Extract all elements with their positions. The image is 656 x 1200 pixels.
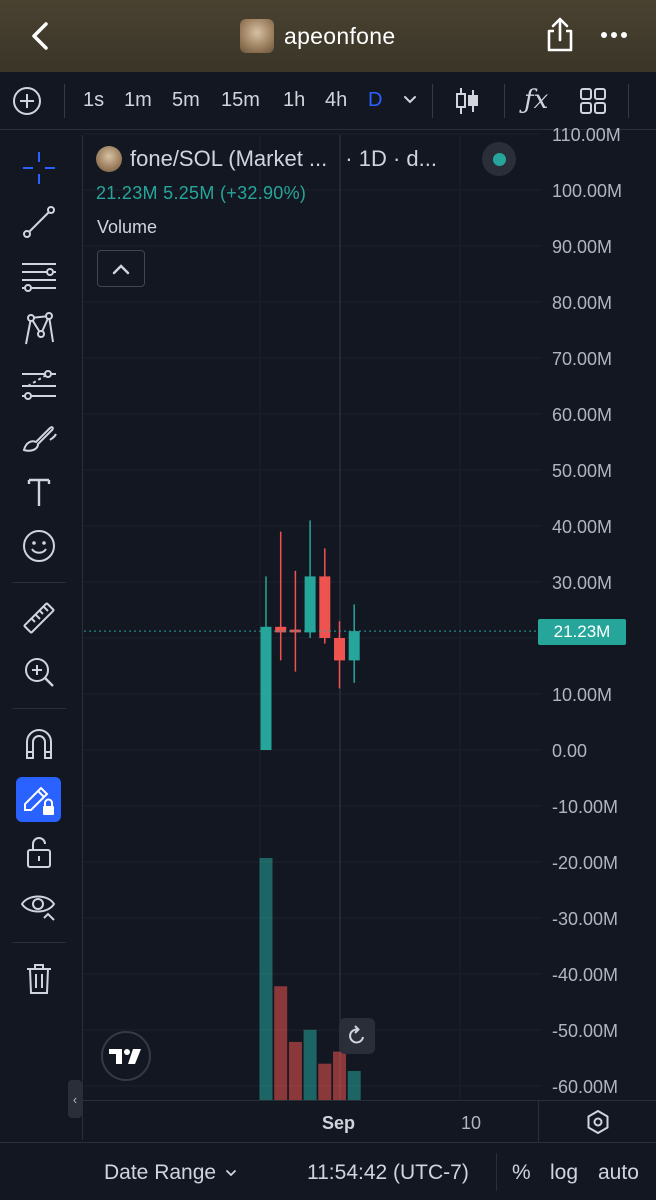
pattern-icon xyxy=(25,312,54,345)
chevron-down-icon xyxy=(404,96,416,104)
time-tick-10: 10 xyxy=(461,1113,482,1133)
grid-icon xyxy=(580,88,606,114)
interval-4h[interactable]: 4h xyxy=(325,89,347,112)
forecast-tool[interactable] xyxy=(19,364,59,404)
page-title: apeonfone xyxy=(284,22,396,49)
chevron-left-small-icon: ‹ xyxy=(72,1091,78,1107)
clock-timezone-button[interactable]: 11:54:42 (UTC-7) xyxy=(307,1161,469,1185)
market-status[interactable] xyxy=(482,142,516,176)
magnet-icon xyxy=(26,729,52,759)
share-icon xyxy=(547,17,573,52)
tradingview-icon xyxy=(109,1049,141,1064)
text-tool[interactable] xyxy=(19,472,59,512)
interval-5m[interactable]: 5m xyxy=(172,89,200,112)
emoji-tool[interactable] xyxy=(19,526,59,566)
date-range-label: Date Range xyxy=(104,1161,217,1184)
lock-drawing-tool[interactable] xyxy=(16,777,61,822)
symbol-suffix: · 1D · d... xyxy=(345,146,437,171)
gear-icon xyxy=(587,1110,609,1134)
bottom-divider xyxy=(496,1153,497,1191)
candles-icon xyxy=(456,88,478,114)
forecast-icon xyxy=(22,370,56,400)
fib-tool[interactable] xyxy=(19,256,59,296)
back-button[interactable] xyxy=(24,18,60,54)
reset-chart-button[interactable] xyxy=(339,1018,375,1054)
interval-1h[interactable]: 1h xyxy=(283,89,305,112)
eye-icon xyxy=(20,895,56,921)
chart-legend[interactable]: fone/SOL (Market ... · 1D · d... xyxy=(96,146,437,172)
delete-drawings-tool[interactable] xyxy=(19,958,59,998)
trash-icon xyxy=(27,964,51,994)
date-range-button[interactable]: Date Range xyxy=(104,1161,238,1185)
tradingview-logo[interactable] xyxy=(101,1031,151,1081)
volume-label[interactable]: Volume xyxy=(97,217,157,238)
drawing-toolbar xyxy=(0,130,78,1200)
percent-scale-toggle[interactable]: % xyxy=(512,1161,531,1185)
top-bar: apeonfone xyxy=(0,0,656,72)
chart-type-button[interactable] xyxy=(454,86,480,116)
sidebar-divider xyxy=(12,708,66,709)
brush-tool[interactable] xyxy=(19,418,59,458)
sidebar-divider xyxy=(12,582,66,583)
symbol-name[interactable]: fone/SOL (Market ... xyxy=(130,146,327,172)
sidebar-divider xyxy=(12,942,66,943)
indicators-button[interactable]: ƒx xyxy=(524,85,548,115)
sidebar-collapse-button[interactable]: ‹ xyxy=(68,1080,82,1118)
chart-settings-button[interactable] xyxy=(585,1109,611,1135)
auto-scale-toggle[interactable]: auto xyxy=(598,1161,639,1185)
chevron-up-icon xyxy=(112,263,130,274)
ruler-icon xyxy=(23,602,55,634)
axis-divider xyxy=(538,1101,539,1143)
crosshair-icon xyxy=(23,152,55,184)
brush-icon xyxy=(22,426,57,452)
toolbar-divider xyxy=(504,84,505,118)
share-button[interactable] xyxy=(542,16,578,54)
fib-lines-icon xyxy=(22,263,56,292)
more-button[interactable] xyxy=(596,20,632,50)
lock-drawing-icon xyxy=(23,786,54,815)
pattern-tool[interactable] xyxy=(19,310,59,350)
log-scale-toggle[interactable]: log xyxy=(550,1161,578,1185)
live-dot-icon xyxy=(492,152,506,166)
avatar xyxy=(240,19,274,53)
chart-toolbar: 1s 1m 5m 15m 1h 4h D ƒx xyxy=(0,72,656,130)
time-axis[interactable]: Sep 10 xyxy=(82,1100,656,1143)
more-horizontal-icon xyxy=(601,32,627,38)
legend-values: 21.23M 5.25M (+32.90%) xyxy=(96,183,307,203)
legend-symbol-row[interactable]: fone/SOL (Market ... · 1D · d... xyxy=(96,146,437,172)
text-icon xyxy=(27,478,51,506)
bottom-bar: Date Range 11:54:42 (UTC-7) % log auto xyxy=(0,1142,656,1200)
toolbar-divider xyxy=(432,84,433,118)
add-symbol-button[interactable] xyxy=(12,86,42,116)
interval-d[interactable]: D xyxy=(368,89,382,112)
interval-1m[interactable]: 1m xyxy=(124,89,152,112)
time-tick-sep: Sep xyxy=(322,1113,356,1133)
visibility-tool[interactable] xyxy=(19,886,59,926)
chevron-left-icon xyxy=(32,22,48,50)
symbol-avatar xyxy=(96,146,122,172)
title-group[interactable]: apeonfone xyxy=(240,18,395,54)
interval-15m[interactable]: 15m xyxy=(221,89,260,112)
layout-button[interactable] xyxy=(579,87,607,115)
toolbar-divider xyxy=(628,84,629,118)
legend-collapse-button[interactable] xyxy=(97,250,145,287)
rotate-icon xyxy=(349,1025,364,1044)
unlock-icon xyxy=(27,837,51,868)
zoom-in-icon xyxy=(25,658,54,687)
plus-circle-icon xyxy=(13,87,41,115)
last-price-label: 21.23M xyxy=(538,619,626,645)
trend-line-icon xyxy=(23,206,55,238)
interval-dropdown-button[interactable] xyxy=(402,92,418,108)
chevron-down-icon xyxy=(226,1170,236,1177)
magnet-tool[interactable] xyxy=(19,724,59,764)
zoom-in-tool[interactable] xyxy=(19,652,59,692)
crosshair-tool[interactable] xyxy=(19,148,59,188)
toolbar-divider xyxy=(64,84,65,118)
emoji-icon xyxy=(23,530,55,562)
interval-1s[interactable]: 1s xyxy=(83,89,104,112)
trend-line-tool[interactable] xyxy=(19,202,59,242)
unlock-tool[interactable] xyxy=(19,832,59,872)
measure-tool[interactable] xyxy=(19,598,59,638)
